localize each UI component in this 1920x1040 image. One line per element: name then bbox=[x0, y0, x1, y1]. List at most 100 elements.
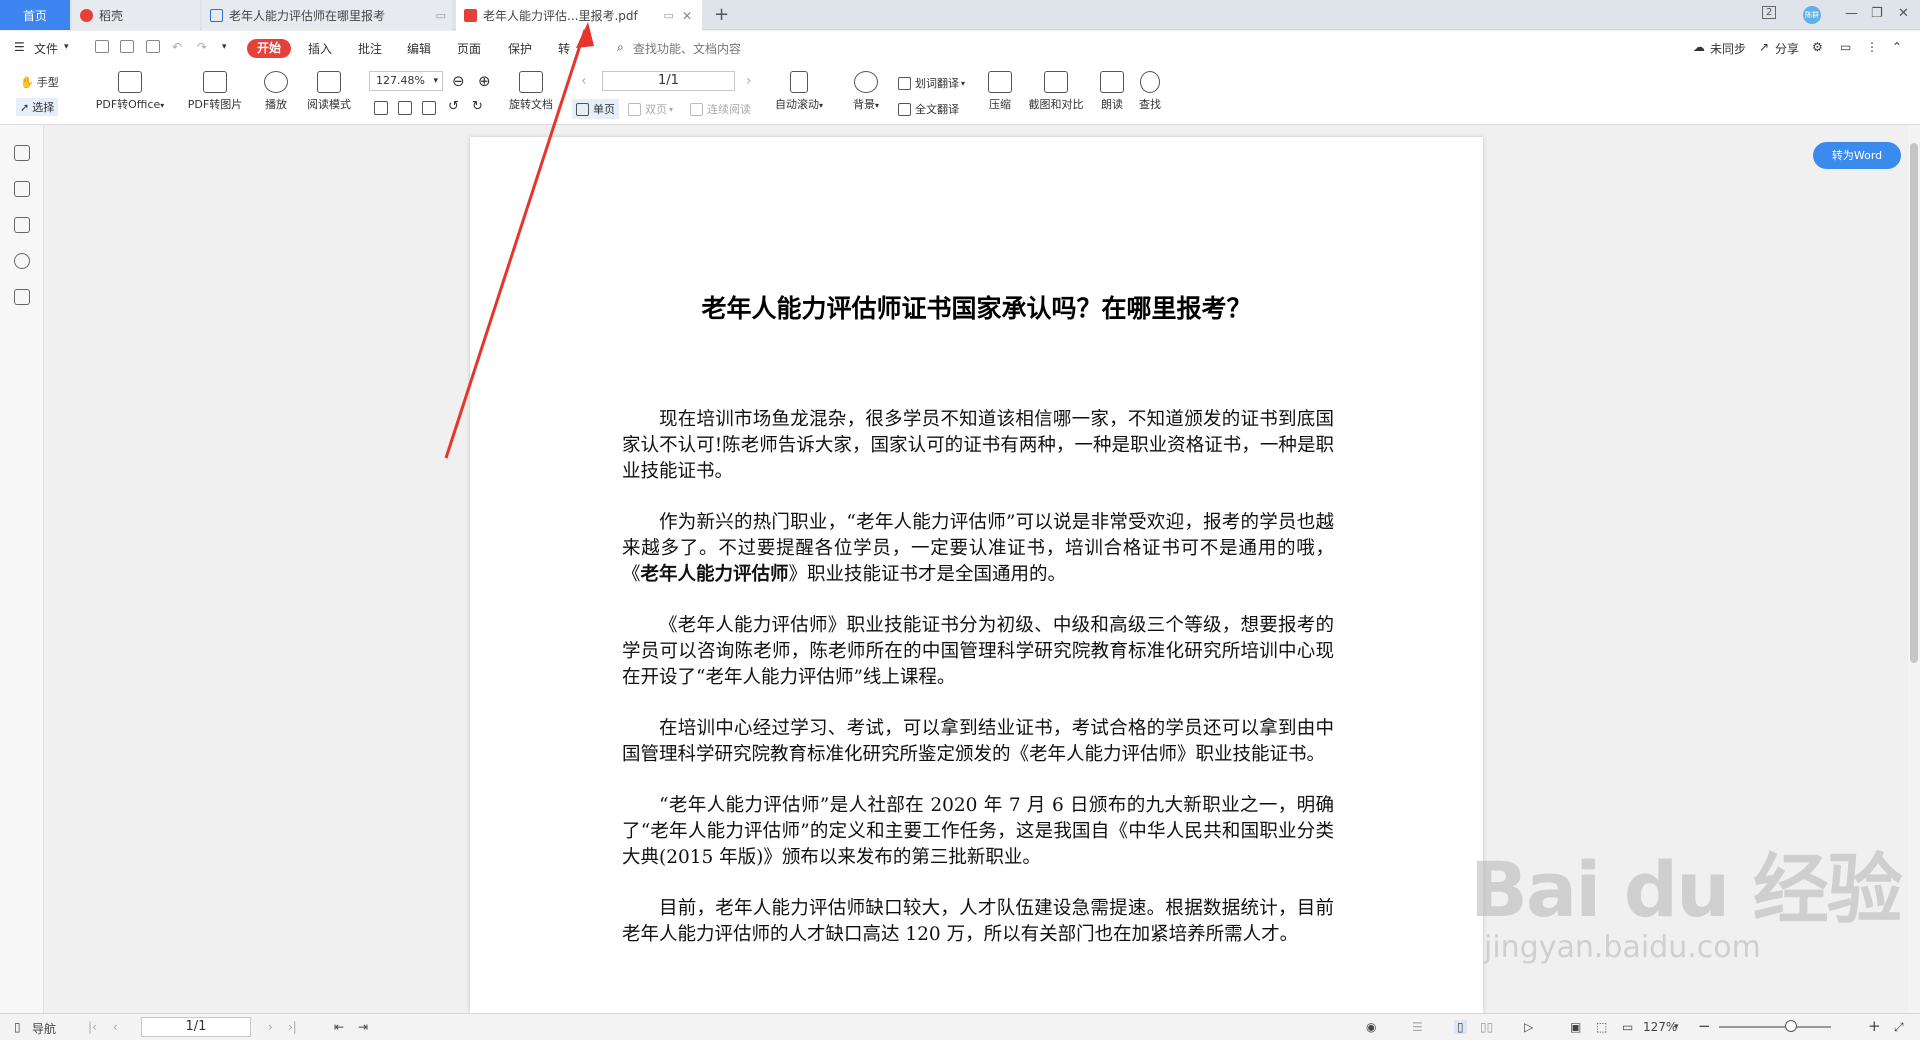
customize-quick-access-icon[interactable]: ▾ bbox=[222, 42, 227, 52]
pdf-to-office-button[interactable]: PDF转Office▾ bbox=[92, 71, 168, 112]
actual-size-icon[interactable] bbox=[374, 101, 388, 115]
menu-edit[interactable]: 编辑 bbox=[407, 40, 431, 57]
fit-width-icon[interactable]: ▭ bbox=[1622, 1020, 1633, 1034]
vertical-scrollbar[interactable] bbox=[1908, 125, 1920, 1013]
play-button[interactable]: 播放 bbox=[260, 71, 292, 112]
nav-button[interactable]: 导航 bbox=[32, 1020, 56, 1037]
zoom-in-icon[interactable]: ⊕ bbox=[478, 72, 491, 90]
zoom-in-button[interactable]: + bbox=[1868, 1017, 1881, 1035]
zoom-out-icon[interactable]: ⊖ bbox=[452, 72, 465, 90]
tab-pdf-active[interactable]: 老年人能力评估...里报考.pdf ▭ ✕ bbox=[456, 0, 702, 31]
restore-icon[interactable]: ❐ bbox=[1871, 6, 1883, 21]
avatar[interactable]: 陈群 bbox=[1803, 6, 1821, 24]
menu-file[interactable]: 文件 bbox=[34, 40, 58, 57]
minimize-icon[interactable]: — bbox=[1845, 6, 1858, 21]
rotate-left-icon[interactable]: ↺ bbox=[448, 99, 459, 114]
menu-insert[interactable]: 插入 bbox=[308, 40, 332, 57]
unsync-button[interactable]: 未同步 bbox=[1710, 40, 1746, 57]
pin-icon[interactable]: ▭ bbox=[436, 9, 446, 22]
zoom-out-button[interactable]: − bbox=[1698, 1017, 1711, 1035]
menu-start[interactable]: 开始 bbox=[247, 39, 291, 58]
background-button[interactable]: 背景▾ bbox=[848, 71, 884, 112]
next-page-icon[interactable]: › bbox=[268, 1020, 273, 1034]
zoom-slider-handle[interactable] bbox=[1785, 1020, 1797, 1032]
hamburger-icon[interactable]: ☰ bbox=[14, 40, 25, 54]
close-window-icon[interactable]: ✕ bbox=[1898, 6, 1909, 21]
nav-panel-icon[interactable]: ▯ bbox=[14, 1020, 21, 1034]
window-count-badge[interactable]: 2 bbox=[1762, 6, 1777, 19]
tab-word-doc[interactable]: 老年人能力评估师在哪里报考 ▭ bbox=[202, 0, 452, 30]
more-icon[interactable]: ⋮ bbox=[1866, 40, 1878, 54]
convert-to-word-button[interactable]: 转为Word bbox=[1813, 142, 1901, 169]
prev-page-icon[interactable]: ‹ bbox=[113, 1020, 118, 1034]
menu-bar: ☰ 文件 ▾ ↶ ↷ ▾ 开始 插入 批注 编辑 页面 保护 转 ⌕ 查找功能、… bbox=[0, 31, 1920, 63]
status-page-input[interactable]: 1/1 bbox=[141, 1017, 251, 1037]
save-icon[interactable] bbox=[120, 40, 134, 53]
screenshot-compare-button[interactable]: 截图和对比 bbox=[1024, 71, 1088, 112]
menu-page[interactable]: 页面 bbox=[457, 40, 481, 57]
bookmark-icon[interactable] bbox=[14, 145, 30, 161]
next-page-icon[interactable]: › bbox=[746, 73, 752, 89]
pin-icon[interactable]: ▭ bbox=[664, 9, 674, 22]
read-mode-button[interactable]: 阅读模式 bbox=[304, 71, 354, 112]
pdf-to-image-button[interactable]: PDF转图片 bbox=[184, 71, 246, 112]
play-icon[interactable]: ▷ bbox=[1524, 1020, 1533, 1034]
comment-icon[interactable] bbox=[14, 217, 30, 233]
back-icon[interactable]: ⇤ bbox=[334, 1020, 344, 1034]
select-tool-button[interactable]: ➚ 选择 bbox=[16, 98, 59, 116]
menu-annotate[interactable]: 批注 bbox=[358, 40, 382, 57]
scrollbar-thumb[interactable] bbox=[1910, 143, 1918, 663]
collapse-ribbon-icon[interactable]: ⌃ bbox=[1892, 40, 1902, 54]
open-folder-icon[interactable] bbox=[95, 40, 109, 53]
compress-button[interactable]: 压缩 bbox=[982, 71, 1018, 112]
first-page-icon[interactable]: |‹ bbox=[88, 1020, 97, 1034]
double-page-icon[interactable]: ▯▯ bbox=[1480, 1020, 1493, 1034]
new-tab-button[interactable]: + bbox=[714, 4, 729, 25]
signature-icon[interactable] bbox=[14, 289, 30, 305]
rotate-document-button[interactable]: 旋转文档 bbox=[504, 71, 558, 112]
close-tab-icon[interactable]: ✕ bbox=[682, 9, 692, 23]
fit-page-icon[interactable] bbox=[398, 101, 412, 115]
share-button[interactable]: 分享 bbox=[1775, 40, 1799, 57]
chevron-down-icon[interactable]: ▾ bbox=[64, 42, 69, 52]
hand-tool-button[interactable]: ✋ 手型 bbox=[20, 74, 59, 90]
zoom-slider[interactable] bbox=[1719, 1026, 1831, 1028]
eye-icon[interactable]: ◉ bbox=[1366, 1020, 1376, 1034]
search-input[interactable]: 查找功能、文档内容 bbox=[633, 40, 741, 57]
print-icon[interactable] bbox=[146, 40, 160, 53]
undo-icon[interactable]: ↶ bbox=[172, 40, 182, 54]
menu-convert[interactable]: 转 bbox=[558, 40, 570, 57]
rotate-right-icon[interactable]: ↻ bbox=[472, 99, 483, 114]
find-button[interactable]: 查找 bbox=[1134, 71, 1166, 112]
fit-page-icon[interactable]: ⬚ bbox=[1596, 1020, 1607, 1034]
status-bar: ▯ 导航 |‹ ‹ 1/1 › ›| ⇤ ⇥ ◉ ☰ ▯ ▯▯ ▷ ▣ ⬚ ▭ … bbox=[0, 1013, 1920, 1040]
comment-icon[interactable]: ▭ bbox=[1840, 40, 1851, 54]
read-aloud-label: 朗读 bbox=[1101, 98, 1123, 111]
zoom-select[interactable]: 127.48% ▾ bbox=[369, 71, 443, 91]
forward-icon[interactable]: ⇥ bbox=[358, 1020, 368, 1034]
fullscreen-icon[interactable]: ⤢ bbox=[1894, 1020, 1904, 1035]
zoom-level[interactable]: 127% bbox=[1643, 1020, 1677, 1034]
chevron-down-icon[interactable]: ▾ bbox=[1674, 1022, 1679, 1032]
fit-width-icon[interactable] bbox=[422, 101, 436, 115]
settings-icon[interactable]: ⚙ bbox=[1812, 40, 1823, 54]
continuous-read-button[interactable]: 连续阅读 bbox=[690, 101, 751, 117]
thumbnail-icon[interactable] bbox=[14, 181, 30, 197]
tab-home[interactable]: 首页 bbox=[0, 0, 70, 30]
single-page-icon[interactable]: ▯ bbox=[1454, 1020, 1467, 1034]
read-aloud-button[interactable]: 朗读 bbox=[1096, 71, 1128, 112]
continuous-icon[interactable]: ☰ bbox=[1412, 1020, 1423, 1034]
page-number-input[interactable]: 1/1 bbox=[602, 71, 735, 91]
redo-icon[interactable]: ↷ bbox=[197, 40, 207, 54]
attachment-icon[interactable] bbox=[14, 253, 30, 269]
full-translate-button[interactable]: 全文翻译 bbox=[898, 101, 959, 117]
last-page-icon[interactable]: ›| bbox=[288, 1020, 297, 1034]
double-page-button[interactable]: 双页 ▾ bbox=[628, 101, 673, 117]
word-translate-button[interactable]: 划词翻译 ▾ bbox=[898, 75, 965, 91]
prev-page-icon[interactable]: ‹ bbox=[581, 73, 587, 89]
menu-protect[interactable]: 保护 bbox=[508, 40, 532, 57]
auto-scroll-button[interactable]: 自动滚动▾ bbox=[770, 71, 828, 112]
tab-daoke[interactable]: 稻壳 bbox=[72, 0, 200, 30]
single-page-button[interactable]: 单页 bbox=[572, 99, 619, 119]
actual-size-icon[interactable]: ▣ bbox=[1570, 1020, 1581, 1034]
